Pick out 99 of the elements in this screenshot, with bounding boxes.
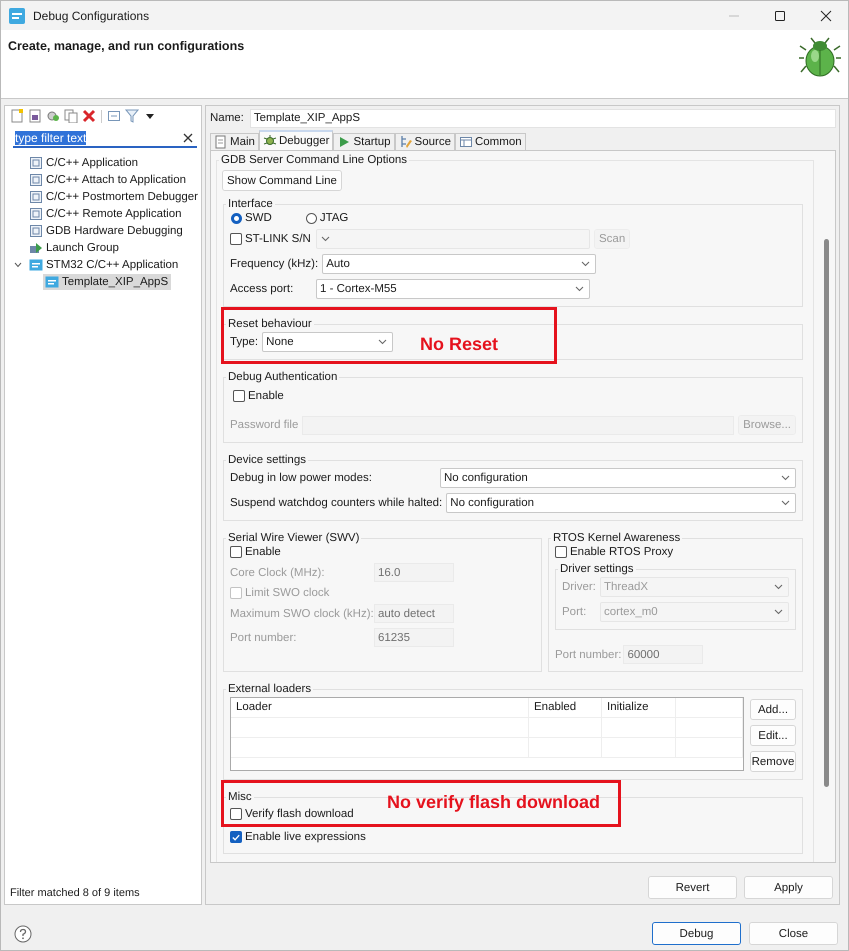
tab[interactable]: Main — [210, 133, 259, 150]
app-icon — [45, 274, 59, 288]
radio-button[interactable]: SWD — [231, 212, 272, 224]
button[interactable]: Revert — [648, 876, 737, 899]
button[interactable]: Debug — [652, 922, 741, 945]
field-label: Access port: — [230, 283, 294, 295]
group-title: GDB Server Command Line Options — [220, 154, 408, 166]
table-icon — [458, 135, 473, 149]
chevron-down-icon — [574, 285, 585, 293]
chevron-down-icon — [580, 260, 592, 268]
text-field[interactable]: 61235 — [374, 628, 454, 647]
file-icon — [28, 190, 43, 204]
status-text: Filter matched 8 of 9 items — [10, 887, 140, 899]
filter-field[interactable]: type filter text — [13, 130, 197, 148]
app-icon — [29, 258, 43, 272]
field-label: Port number: — [555, 648, 622, 660]
tab[interactable]: Debugger — [258, 130, 334, 150]
chevron-down-icon — [780, 499, 791, 507]
dropdown[interactable]: No configuration — [446, 493, 796, 513]
field-label: Port: — [562, 606, 588, 618]
tree-item[interactable]: GDB Hardware Debugging — [27, 222, 186, 238]
checkbox[interactable]: Verify flash download — [230, 808, 354, 820]
column-header[interactable]: Initialize — [602, 698, 676, 717]
header-title: Create, manage, and run configurations — [8, 39, 244, 53]
field-label: Suspend watchdog counters while halted: — [230, 497, 442, 509]
field-label: Frequency (kHz): — [230, 258, 318, 270]
group-title: Reset behaviour — [227, 318, 313, 330]
field-label: Name: — [210, 112, 244, 124]
group-title: RTOS Kernel Awareness — [552, 532, 682, 544]
field-label: Port number: — [230, 632, 298, 644]
annotation-text: No Reset — [420, 334, 498, 354]
checkbox[interactable]: Enable — [233, 390, 284, 402]
dropdown[interactable]: None — [262, 332, 394, 352]
checkbox[interactable]: ST-LINK S/N — [230, 233, 312, 245]
file-icon — [29, 156, 43, 170]
button[interactable]: Show Command Line — [222, 170, 342, 191]
tab[interactable]: Common — [454, 133, 526, 150]
source-icon — [398, 135, 413, 149]
tree-item[interactable]: C/C++ Remote Application — [27, 206, 185, 222]
tab[interactable]: Startup — [333, 133, 395, 150]
delete-icon[interactable] — [82, 109, 96, 123]
app-icon — [9, 8, 25, 24]
chevron-down-icon — [320, 235, 331, 243]
chevron-down-icon — [780, 474, 791, 482]
file-icon — [29, 206, 43, 220]
file-icon — [29, 224, 43, 238]
group-title: Misc — [227, 791, 253, 803]
button[interactable]: Remove — [750, 751, 796, 772]
file-icon — [29, 172, 43, 186]
radio-button[interactable]: JTAG — [306, 212, 348, 224]
tree-item[interactable]: Template_XIP_AppS — [43, 274, 172, 290]
chevron-down-icon — [773, 608, 784, 616]
text-field[interactable]: 60000 — [623, 645, 704, 664]
copy-icon[interactable] — [64, 109, 78, 123]
tree-item[interactable]: Launch Group — [27, 240, 122, 256]
maximize-icon[interactable] — [774, 10, 786, 22]
tree-item[interactable]: STM32 C/C++ Application — [27, 256, 182, 272]
new-file-icon[interactable] — [10, 109, 24, 123]
button[interactable]: Add... — [750, 699, 796, 720]
group-title: Driver settings — [559, 563, 634, 575]
button[interactable]: Apply — [744, 876, 833, 899]
tree-item[interactable]: C/C++ Attach to Application — [27, 172, 190, 188]
text-field[interactable]: 16.0 — [374, 563, 454, 582]
text-field[interactable]: auto detect — [374, 604, 454, 623]
field-label: Core Clock (MHz): — [230, 566, 326, 578]
close-icon[interactable] — [820, 10, 832, 22]
document-icon[interactable] — [28, 109, 42, 123]
chevron-down-icon — [773, 583, 784, 591]
column-header[interactable]: Enabled — [529, 698, 602, 717]
field-label: Debug in low power modes: — [230, 472, 373, 484]
dropdown[interactable]: Auto — [322, 254, 596, 274]
checkbox[interactable]: Enable — [230, 546, 281, 558]
field-label: Password file — [230, 419, 298, 431]
button[interactable]: Close — [749, 922, 838, 945]
group-title: Debug Authentication — [227, 371, 338, 383]
group-title: Serial Wire Viewer (SWV) — [227, 532, 360, 544]
dropdown[interactable]: No configuration — [440, 468, 796, 488]
help-icon[interactable] — [14, 924, 32, 942]
collapse-icon[interactable] — [107, 109, 121, 123]
name-field[interactable]: Template_XIP_AppS — [250, 108, 836, 128]
checkbox[interactable]: Enable live expressions — [230, 831, 366, 843]
group-title: External loaders — [227, 683, 312, 695]
bug-icon — [262, 134, 277, 148]
tree-item[interactable]: C/C++ Postmortem Debugger — [26, 188, 201, 204]
annotation-text: No verify flash download — [387, 792, 600, 812]
button[interactable]: Edit... — [750, 725, 796, 746]
launch-icon — [29, 240, 43, 254]
checkbox[interactable]: Enable RTOS Proxy — [555, 546, 674, 558]
tab[interactable]: Source — [394, 133, 455, 150]
dropdown[interactable]: 1 - Cortex-M55 — [316, 279, 590, 299]
tree-item[interactable]: C/C++ Application — [27, 154, 142, 170]
group-title: Device settings — [227, 454, 307, 466]
group-title: Interface — [227, 198, 274, 210]
field-label: Driver: — [562, 581, 596, 593]
clear-icon[interactable] — [183, 133, 193, 143]
chevron-down-icon — [377, 338, 388, 346]
field-label: Type: — [230, 336, 258, 348]
window-title: Debug Configurations — [33, 8, 150, 22]
column-header[interactable]: Loader — [231, 698, 529, 717]
